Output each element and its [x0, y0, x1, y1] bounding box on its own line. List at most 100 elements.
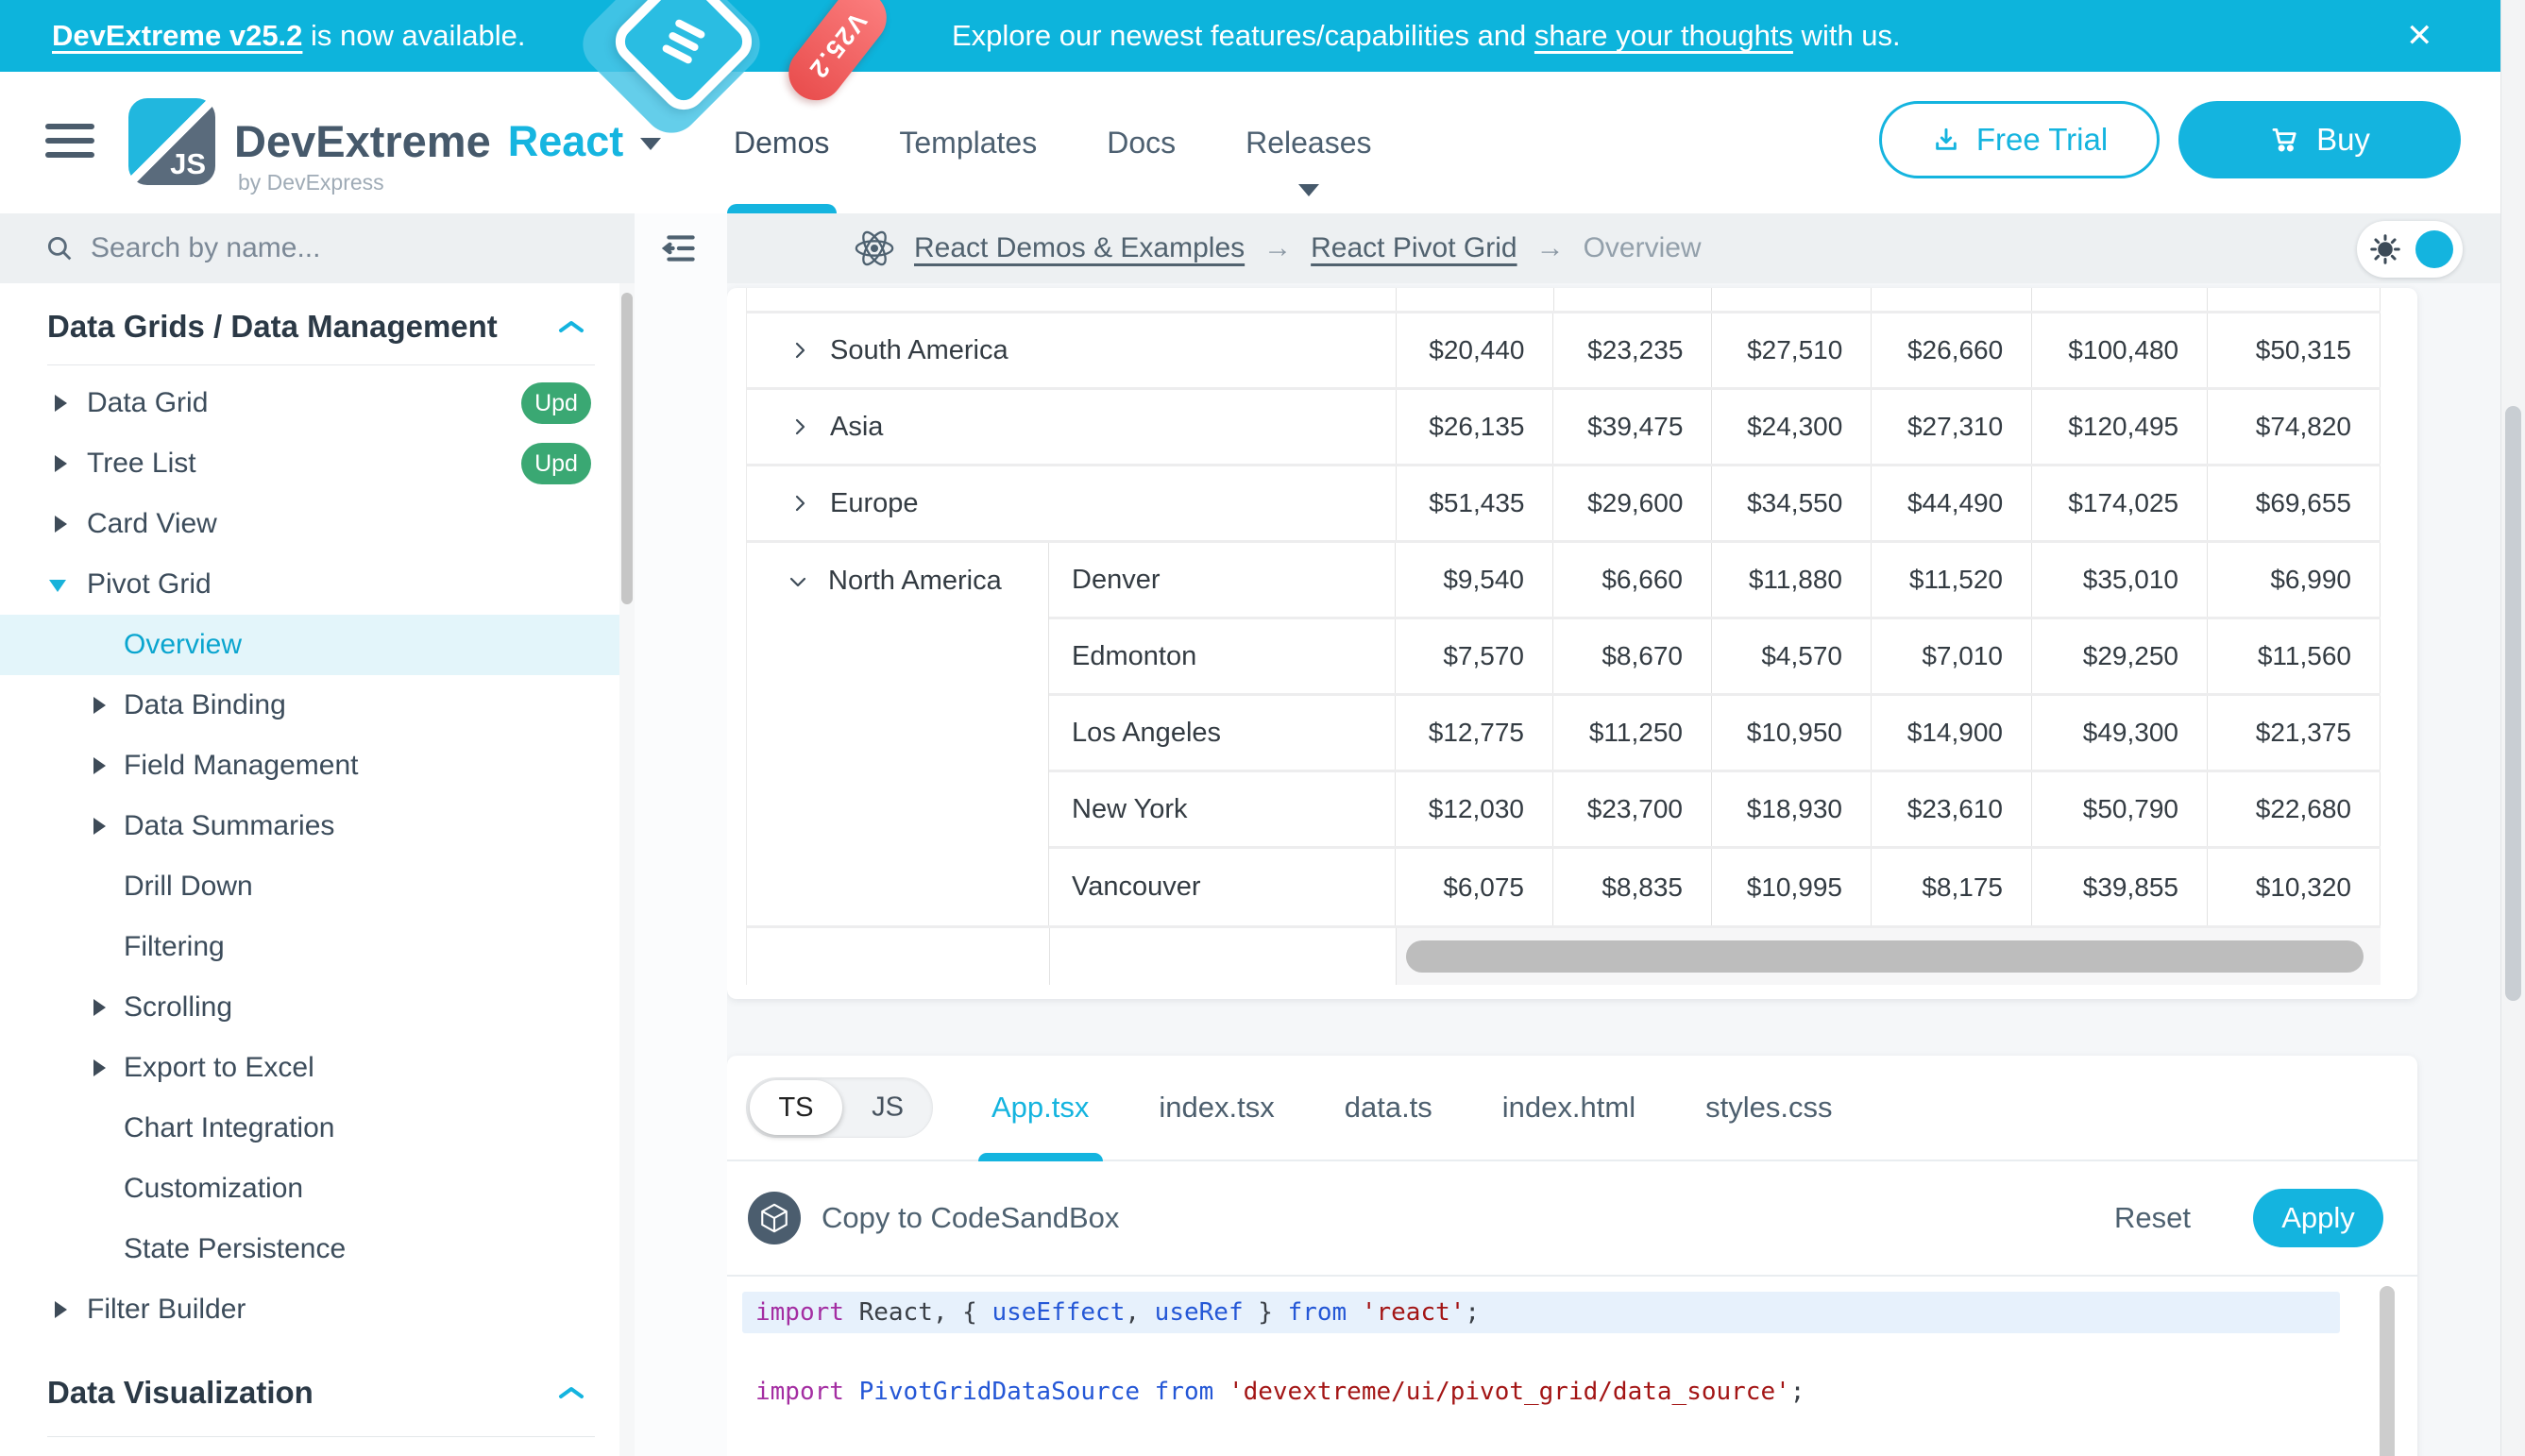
chevron-down-icon[interactable] — [640, 138, 661, 150]
language-toggle-knob: TS — [750, 1080, 842, 1135]
pivot-row: South America $20,440 $23,235 $27,510 $2… — [747, 313, 2381, 390]
sidebar-item[interactable]: Export to Excel — [0, 1038, 635, 1098]
language-option-js[interactable]: JS — [872, 1092, 904, 1124]
pivot-cell: $12,030 — [1396, 772, 1553, 846]
code-lines: import React, { useEffect, useRef } from… — [742, 1292, 2417, 1456]
pivot-cell: $100,480 — [2032, 313, 2208, 387]
pivot-cell: $50,315 — [2208, 313, 2381, 387]
sidebar-section-data-grids[interactable]: Data Grids / Data Management — [0, 302, 635, 351]
language-toggle[interactable]: TS JS — [746, 1077, 933, 1138]
pivot-city-label: Denver — [1049, 543, 1396, 617]
file-tab[interactable]: index.html — [1502, 1056, 1635, 1160]
breadcrumb-item[interactable]: React Pivot Grid — [1311, 232, 1517, 264]
pivot-cell: $8,670 — [1553, 619, 1712, 693]
pivot-row-clipped — [747, 288, 2381, 313]
code-editor[interactable]: import React, { useEffect, useRef } from… — [727, 1277, 2417, 1456]
code-vscrollbar[interactable] — [2380, 1286, 2395, 1456]
banner-close-button[interactable]: ✕ — [2406, 20, 2433, 52]
breadcrumb-separator: → — [1536, 232, 1565, 264]
content-gutter — [635, 283, 727, 1456]
pivot-cell: $8,175 — [1872, 849, 2032, 925]
sidebar-item[interactable]: Customization — [0, 1159, 635, 1219]
sidebar-section-data-visualization[interactable]: Data Visualization — [0, 1363, 635, 1423]
pivot-row: Asia $26,135 $39,475 $24,300 $27,310 $12… — [747, 390, 2381, 466]
code-line: import React, { useEffect, useRef } from… — [742, 1292, 2340, 1333]
sidebar-item[interactable]: Drill Down — [0, 856, 635, 917]
pivot-cell: $10,950 — [1712, 696, 1872, 770]
pivot-cell: $11,560 — [2208, 619, 2381, 693]
breadcrumb-separator: → — [1263, 232, 1292, 264]
pivot-row-expander[interactable]: South America — [747, 313, 1397, 387]
file-tab[interactable]: index.tsx — [1159, 1056, 1274, 1160]
pivot-cell: $22,680 — [2208, 772, 2381, 846]
reset-button[interactable]: Reset — [2114, 1201, 2191, 1235]
sidebar-item[interactable]: Data Grid Upd — [0, 373, 635, 433]
hamburger-menu-icon[interactable] — [45, 124, 94, 158]
pivot-cell: $7,570 — [1396, 619, 1553, 693]
upd-badge: Upd — [521, 382, 591, 424]
code-panel-card: TS JS App.tsx index.tsx data.ts index.html s… — [727, 1056, 2417, 1456]
sidebar-item[interactable]: Pivot Grid — [0, 554, 635, 615]
theme-toggle-knob — [2415, 230, 2453, 268]
collapse-sidebar-icon[interactable] — [661, 231, 701, 265]
pivot-cell: $27,310 — [1872, 390, 2032, 464]
sidebar-item[interactable]: Filtering — [0, 917, 635, 977]
pivot-row-collapser[interactable]: North America — [747, 543, 1049, 925]
sidebar-item[interactable]: Filter Builder — [0, 1279, 635, 1340]
pivot-cell: $174,025 — [2032, 466, 2208, 540]
free-trial-button[interactable]: Free Trial — [1879, 101, 2160, 178]
triangle-right-icon — [93, 1059, 106, 1076]
pivot-cell: $26,135 — [1397, 390, 1554, 464]
sidebar-item[interactable]: Field Management — [0, 736, 635, 796]
buy-button[interactable]: Buy — [2178, 101, 2461, 178]
pivot-cell: $11,880 — [1712, 543, 1872, 617]
search-icon — [43, 232, 76, 264]
cart-icon — [2269, 124, 2301, 156]
sidebar-item[interactable]: Chart Integration — [0, 1098, 635, 1159]
triangle-right-icon — [55, 1301, 67, 1318]
sidebar-item[interactable]: Data Summaries — [0, 796, 635, 856]
pivot-cell: $10,995 — [1712, 849, 1872, 925]
pivot-cell: $21,375 — [2208, 696, 2381, 770]
breadcrumb-item[interactable]: Overview — [1584, 232, 1702, 264]
sidebar-item[interactable]: Tree List Upd — [0, 433, 635, 494]
sidebar-item[interactable]: Overview — [0, 615, 635, 675]
code-line: import PivotGridDataSource from 'devextr… — [742, 1371, 2340, 1413]
pivot-cell: $18,930 — [1712, 772, 1872, 846]
sidebar-item[interactable]: State Persistence — [0, 1219, 635, 1279]
pivot-cell: $24,300 — [1712, 390, 1872, 464]
sidebar-item[interactable]: Scrolling — [0, 977, 635, 1038]
copy-to-codesandbox[interactable]: Copy to CodeSandBox — [822, 1201, 1119, 1235]
nav-item[interactable]: Templates — [899, 72, 1037, 213]
sidebar-scrollbar[interactable] — [621, 293, 633, 604]
brand-name: DevExtreme — [234, 115, 491, 167]
pivot-row-expander[interactable]: Europe — [747, 466, 1397, 540]
triangle-right-icon — [93, 757, 106, 774]
pivot-city-row: Denver $9,540 $6,660 $11,880 $11,520 $35… — [1049, 543, 2381, 619]
announcement-banner: DevExtreme v25.2 is now available. V25.2… — [0, 0, 2500, 72]
file-tab[interactable]: App.tsx — [991, 1056, 1089, 1160]
devextreme-js-logo[interactable]: JS — [128, 98, 215, 185]
pivot-hscrollbar-track — [1397, 928, 2381, 985]
chevron-up-icon — [557, 1384, 585, 1401]
file-tab[interactable]: data.ts — [1345, 1056, 1432, 1160]
file-tab[interactable]: styles.css — [1705, 1056, 1832, 1160]
sidebar-item[interactable]: Card View — [0, 494, 635, 554]
pivot-row-expander[interactable]: Asia — [747, 390, 1397, 464]
share-thoughts-link[interactable]: share your thoughts — [1534, 19, 1793, 52]
pivot-hscrollbar[interactable] — [1406, 940, 2364, 973]
app-header: JS DevExtreme React by DevExpress Demos … — [0, 72, 2500, 213]
apply-button[interactable]: Apply — [2253, 1189, 2383, 1247]
pivot-cell: $6,990 — [2208, 543, 2381, 617]
framework-selector[interactable]: React — [508, 117, 624, 166]
breadcrumb-item[interactable]: React Demos & Examples — [914, 232, 1245, 264]
nav-item[interactable]: Docs — [1107, 72, 1176, 213]
theme-toggle[interactable] — [2357, 221, 2463, 278]
nav-item[interactable]: Releases — [1246, 72, 1371, 213]
search-input[interactable] — [91, 213, 582, 283]
pivot-city-row: New York $12,030 $23,700 $18,930 $23,610… — [1049, 772, 2381, 849]
chevron-right-icon — [788, 339, 811, 362]
page-scrollbar[interactable] — [2505, 406, 2521, 1001]
version-link[interactable]: DevExtreme v25.2 — [52, 19, 302, 52]
sidebar-item[interactable]: Data Binding — [0, 675, 635, 736]
